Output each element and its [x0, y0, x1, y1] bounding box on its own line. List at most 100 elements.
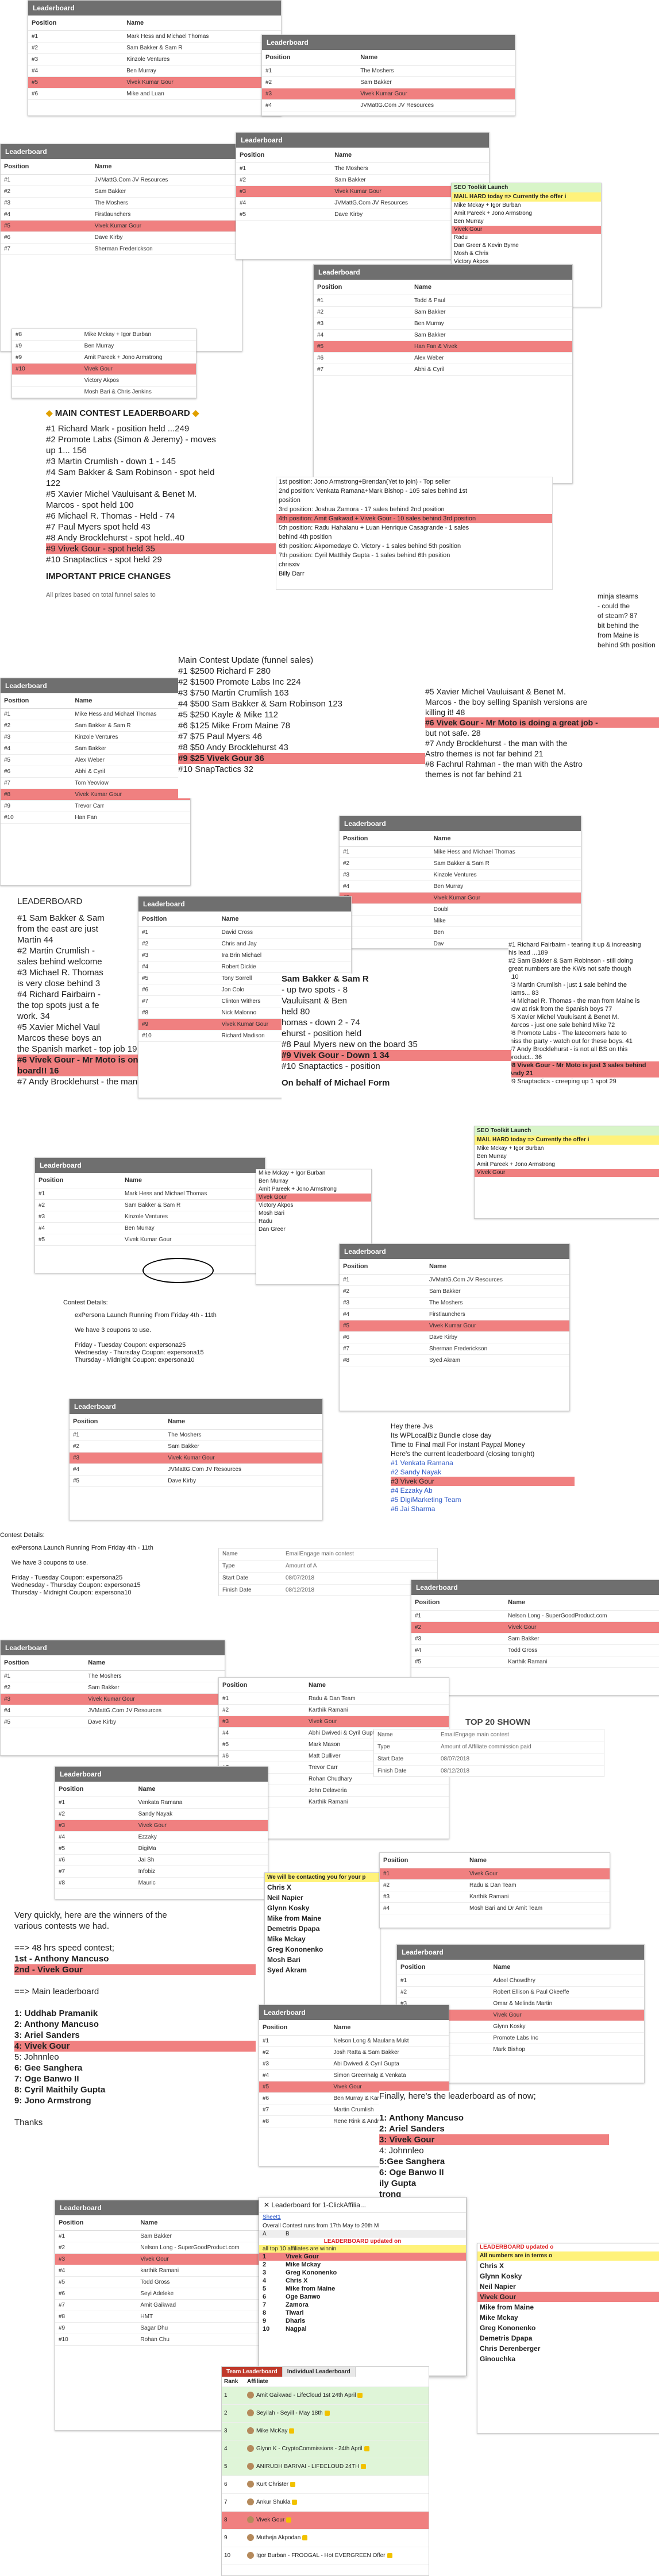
- table-row: #7 Abhi & Cyril: [314, 364, 572, 376]
- text-line: 5: Johnnleo: [14, 2052, 59, 2062]
- name-cell: Sam Bakker & Sam R: [126, 45, 183, 51]
- table-row: #5 Dave Kirby: [1, 1717, 225, 1728]
- table-row: #4 JVMattG.Com JV Resources: [70, 1464, 322, 1476]
- affiliate-cell: Amit Gaikwad - LifeCloud 1st 24th April: [247, 2387, 429, 2404]
- leaderboard-card-5: Leaderboard Position Name #1 Todd & Paul #2 Sa…: [313, 264, 573, 484]
- position-cell: #1: [383, 1871, 390, 1877]
- tab-team-leaderboard[interactable]: Team Leaderboard: [222, 2367, 283, 2377]
- name-cell: Han Fan: [75, 814, 97, 821]
- affiliate-name: Tiwari: [286, 2309, 304, 2316]
- position-cell: #3: [4, 1696, 11, 1702]
- contest-runs-text: Overall Contest runs from 17th May to 20…: [263, 2223, 379, 2229]
- table-row: #2 Sam Bakker & Sam R: [340, 858, 581, 870]
- position-cell: #1: [73, 1432, 80, 1438]
- rank-cell: 6: [224, 2481, 228, 2488]
- close-icon[interactable]: ✕: [264, 2201, 271, 2209]
- table-row: #1 Mike Hess and Michael Thomas: [1, 709, 190, 720]
- position-cell: #7: [59, 2302, 65, 2308]
- list-item: Demetris Dpapa: [480, 2334, 533, 2342]
- heading-text: MAIN CONTEST LEADERBOARD: [55, 408, 190, 418]
- position-line: 2nd position: Venkata Ramana+Mark Bishop…: [279, 488, 468, 495]
- name-cell: Firstlaunchers: [94, 211, 131, 218]
- highlight-circle: [142, 1258, 214, 1283]
- name-cell: Mosh Bari & Chris Jenkins: [84, 389, 152, 395]
- affiliate-name: Igor Burban - FROOGAL - Hot EVERGREEN Of…: [256, 2552, 386, 2559]
- text-line: #8 Paul Myers new on the board 35: [282, 1040, 418, 1049]
- position-cell: #6: [263, 2095, 269, 2102]
- name-cell: Vivek Kumar Gour: [433, 895, 481, 901]
- leaderboard-card-2: Leaderboard Position Name #1 The Moshers #2 Sa…: [261, 34, 515, 116]
- name-cell: Sam Bakker & Sam R: [125, 1202, 181, 1208]
- name-cell: The Moshers: [334, 165, 368, 172]
- name-cell: Seyi Adeleke: [140, 2291, 174, 2297]
- text-line: 7: Oge Banwo II: [14, 2074, 79, 2084]
- name-cell: JVMattG.Com JV Resources: [429, 1277, 503, 1283]
- table-row: #4 Ezzaky: [55, 1832, 268, 1843]
- name-cell: Mark Hess and Michael Thomas: [125, 1191, 207, 1197]
- column-header-row: Position Name: [411, 1595, 659, 1611]
- position-cell: #3: [73, 1455, 80, 1461]
- leaderboard-card-11: Leaderboard Position Name #1 The Moshers #2 Sa…: [69, 1399, 323, 1520]
- position-cell: #4: [415, 1647, 422, 1654]
- table-row: #2 Vivek Gour: [411, 1622, 659, 1633]
- tab-individual-leaderboard[interactable]: Individual Leaderboard: [282, 2367, 356, 2377]
- name-cell: Sherman Frederickson: [429, 1346, 488, 1352]
- rank-cell: 1: [224, 2392, 228, 2399]
- position-line: behind 4th position: [279, 534, 332, 540]
- leaderboard-card-9: Leaderboard Position Name #1 Mark Hess and M…: [34, 1157, 265, 1273]
- text-line: #2 Sam Bakker & Sam Robinson - still doi…: [508, 957, 633, 964]
- name-cell: Robert Ellison & Paul Okeeffe: [493, 1989, 569, 1995]
- position-cell: #1: [142, 929, 149, 936]
- position-cell: #2: [265, 79, 272, 86]
- position-cell: #6: [59, 2291, 65, 2297]
- table-row: #8 Vivek Kumar Gour: [1, 789, 190, 801]
- name-column-header: Name: [168, 1418, 186, 1425]
- name-cell: Ben Murray: [126, 68, 156, 74]
- name-cell: Vivek Gour: [469, 1871, 498, 1877]
- position-cell: #6: [4, 768, 11, 775]
- name-cell: JVMattG.Com JV Resources: [360, 102, 434, 109]
- list-item: Ben Murray: [477, 1153, 507, 1160]
- position-cell: #4: [343, 1311, 350, 1318]
- table-row: #7 Infobiz: [55, 1866, 268, 1878]
- position-column-header: Position: [59, 2219, 84, 2226]
- seo-title: SEO Toolkit Launch: [452, 183, 601, 192]
- affiliate-cell: Igor Burban - FROOGAL - Hot EVERGREEN Of…: [247, 2547, 429, 2565]
- position-column-header: Position: [222, 1682, 248, 1689]
- contest-line: [63, 1319, 270, 1327]
- column-a: A: [263, 2231, 267, 2237]
- position-cell: #7: [4, 780, 11, 786]
- position-column-header: Position: [265, 54, 291, 61]
- text-line: [14, 1975, 256, 1986]
- text-line: [14, 2106, 256, 2117]
- detail-key: Name: [222, 1551, 238, 1557]
- table-row: #1 Venkata Ramana: [55, 1797, 268, 1809]
- text-line: 3: Ariel Sanders: [14, 2030, 80, 2040]
- affiliate-cell: Vivek Gour: [247, 2512, 429, 2529]
- affiliate-cell: Ankur Shukla: [247, 2494, 429, 2511]
- position-cell: #6: [317, 355, 324, 361]
- sheet-tab[interactable]: Sheet1: [259, 2213, 466, 2222]
- position-cell: #1: [32, 33, 38, 40]
- table-row: #2 Chris and Jay: [138, 939, 351, 950]
- affiliate-name: Seyilah - Seyill - May 18th: [256, 2410, 323, 2416]
- updated-label: LEADERBOARD updated o: [480, 2244, 554, 2250]
- name-column-header: Name: [493, 1964, 511, 1971]
- row-number: 9: [263, 2318, 267, 2324]
- name-cell: Victory Akpos: [84, 377, 119, 384]
- text-line: #7 Paul Myers spot held 43: [46, 522, 151, 532]
- table-row: #4 Mosh Bari and Dr Amit Team: [380, 1903, 610, 1914]
- behalf-line: On behalf of Michael Form: [282, 1078, 390, 1088]
- name-cell: The Moshers: [94, 200, 128, 206]
- position-cell: #5: [415, 1659, 422, 1665]
- position-cell: #6: [222, 1753, 229, 1759]
- list-item: Mike Mckay: [267, 1935, 306, 1943]
- list-item: Mike Mckay + Igor Burban: [259, 1170, 326, 1176]
- table-row: #7Mike: [340, 916, 581, 927]
- leaderboard-card-3b: #8 Mike Mckay + Igor Burban #9 Ben Murray #9…: [11, 329, 196, 399]
- leaderboard-card-6: Leaderboard Position Name #1 Mike Hess and M…: [0, 678, 191, 886]
- position-cell: #2: [317, 309, 324, 315]
- position-line: 4th position: Amit Gaikwad + Vivek Gour …: [276, 514, 552, 523]
- table-row: #2 Sam Bakker: [340, 1286, 569, 1297]
- affiliate-name: Mike from Maine: [286, 2285, 336, 2292]
